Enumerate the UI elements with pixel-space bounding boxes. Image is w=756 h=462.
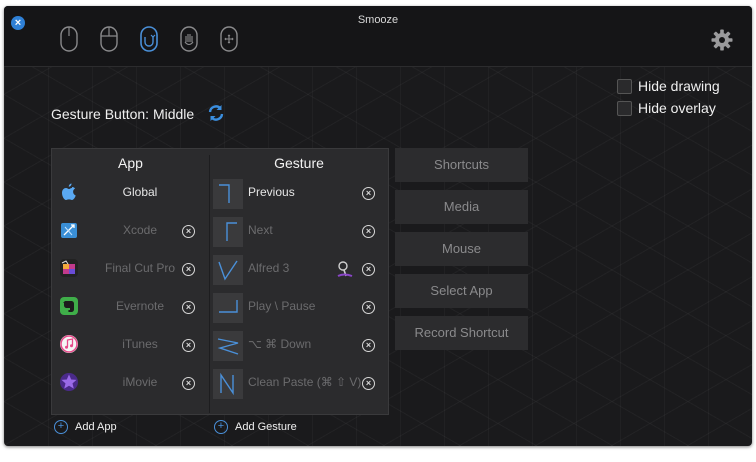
remove-app-icon[interactable]: ×	[182, 301, 195, 314]
itunes-icon[interactable]	[59, 334, 79, 354]
hide-overlay-checkbox[interactable]	[617, 100, 632, 116]
gesture-label[interactable]: Alfred 3	[248, 261, 289, 275]
gesture-thumbnail[interactable]	[213, 293, 243, 323]
gesture-mouse-icon[interactable]	[140, 26, 158, 52]
hand-mouse-icon[interactable]	[180, 26, 198, 52]
left-click-mouse-icon[interactable]	[60, 26, 78, 52]
record-shortcut-button[interactable]: Record Shortcut	[395, 316, 528, 350]
table-row: iMovie × Clean Paste (⌘ ⇧ V) ×	[52, 367, 388, 401]
gesture-thumbnail[interactable]	[213, 255, 243, 285]
remove-app-icon[interactable]: ×	[182, 377, 195, 390]
add-gesture-label: Add Gesture	[235, 421, 297, 433]
title-bar: × Smooze	[4, 6, 752, 67]
both-buttons-mouse-icon[interactable]	[100, 26, 118, 52]
app-column-header: App	[118, 155, 143, 171]
alfred-icon	[337, 261, 353, 277]
hide-drawing-label: Hide drawing	[638, 78, 720, 94]
remove-app-icon[interactable]: ×	[182, 263, 195, 276]
window-title: Smooze	[357, 14, 399, 26]
gesture-label[interactable]: Next	[248, 223, 273, 237]
evernote-icon[interactable]	[59, 296, 79, 316]
media-button[interactable]: Media	[395, 190, 528, 224]
gesture-label[interactable]: Play \ Pause	[248, 299, 315, 313]
table-row: Global Previous ×	[52, 177, 388, 211]
plus-icon: +	[214, 420, 228, 434]
app-label[interactable]: iTunes	[84, 337, 196, 351]
app-label[interactable]: Global	[84, 185, 196, 199]
apple-icon[interactable]	[59, 182, 79, 202]
gesture-thumbnail[interactable]	[213, 179, 243, 209]
remove-gesture-icon[interactable]: ×	[362, 377, 375, 390]
hide-overlay-label: Hide overlay	[638, 100, 716, 116]
final-cut-pro-icon[interactable]	[59, 258, 79, 278]
app-gesture-panel: App Gesture Global Previous × Xcode × Ne…	[51, 148, 389, 415]
plus-icon: +	[54, 420, 68, 434]
add-app-label: Add App	[75, 421, 117, 433]
gesture-label[interactable]: Clean Paste (⌘ ⇧ V)	[248, 375, 361, 389]
app-label[interactable]: Evernote	[84, 299, 196, 313]
app-label[interactable]: Xcode	[84, 223, 196, 237]
hide-overlay-option[interactable]: Hide overlay	[617, 100, 716, 116]
app-window: × Smooze Gesture Button: Middle Hide dra…	[4, 6, 752, 446]
remove-app-icon[interactable]: ×	[182, 225, 195, 238]
gesture-thumbnail[interactable]	[213, 369, 243, 399]
remove-app-icon[interactable]: ×	[182, 339, 195, 352]
imovie-icon[interactable]	[59, 372, 79, 392]
gear-icon[interactable]	[710, 28, 734, 52]
gesture-label[interactable]: Previous	[248, 185, 295, 199]
remove-gesture-icon[interactable]: ×	[362, 339, 375, 352]
app-label[interactable]: Final Cut Pro	[84, 261, 196, 275]
xcode-icon[interactable]	[59, 220, 79, 240]
gesture-thumbnail[interactable]	[213, 331, 243, 361]
table-row: Final Cut Pro × Alfred 3 ×	[52, 253, 388, 287]
hide-drawing-checkbox[interactable]	[617, 78, 632, 94]
gesture-thumbnail[interactable]	[213, 217, 243, 247]
move-mouse-icon[interactable]	[220, 26, 238, 52]
refresh-icon[interactable]	[206, 103, 226, 123]
table-row: Xcode × Next ×	[52, 215, 388, 249]
add-gesture-button[interactable]: + Add Gesture	[214, 420, 297, 434]
remove-gesture-icon[interactable]: ×	[362, 187, 375, 200]
remove-gesture-icon[interactable]: ×	[362, 301, 375, 314]
remove-gesture-icon[interactable]: ×	[362, 225, 375, 238]
hide-drawing-option[interactable]: Hide drawing	[617, 78, 720, 94]
remove-gesture-icon[interactable]: ×	[362, 263, 375, 276]
app-label[interactable]: iMovie	[84, 375, 196, 389]
select-app-button[interactable]: Select App	[395, 274, 528, 308]
mouse-button[interactable]: Mouse	[395, 232, 528, 266]
shortcuts-button[interactable]: Shortcuts	[395, 148, 528, 182]
gesture-label[interactable]: ⌥ ⌘ Down	[248, 337, 311, 351]
table-row: Evernote × Play \ Pause ×	[52, 291, 388, 325]
add-app-button[interactable]: + Add App	[54, 420, 117, 434]
gesture-button-label: Gesture Button: Middle	[51, 106, 195, 122]
table-row: iTunes × ⌥ ⌘ Down ×	[52, 329, 388, 363]
gesture-column-header: Gesture	[274, 155, 324, 171]
